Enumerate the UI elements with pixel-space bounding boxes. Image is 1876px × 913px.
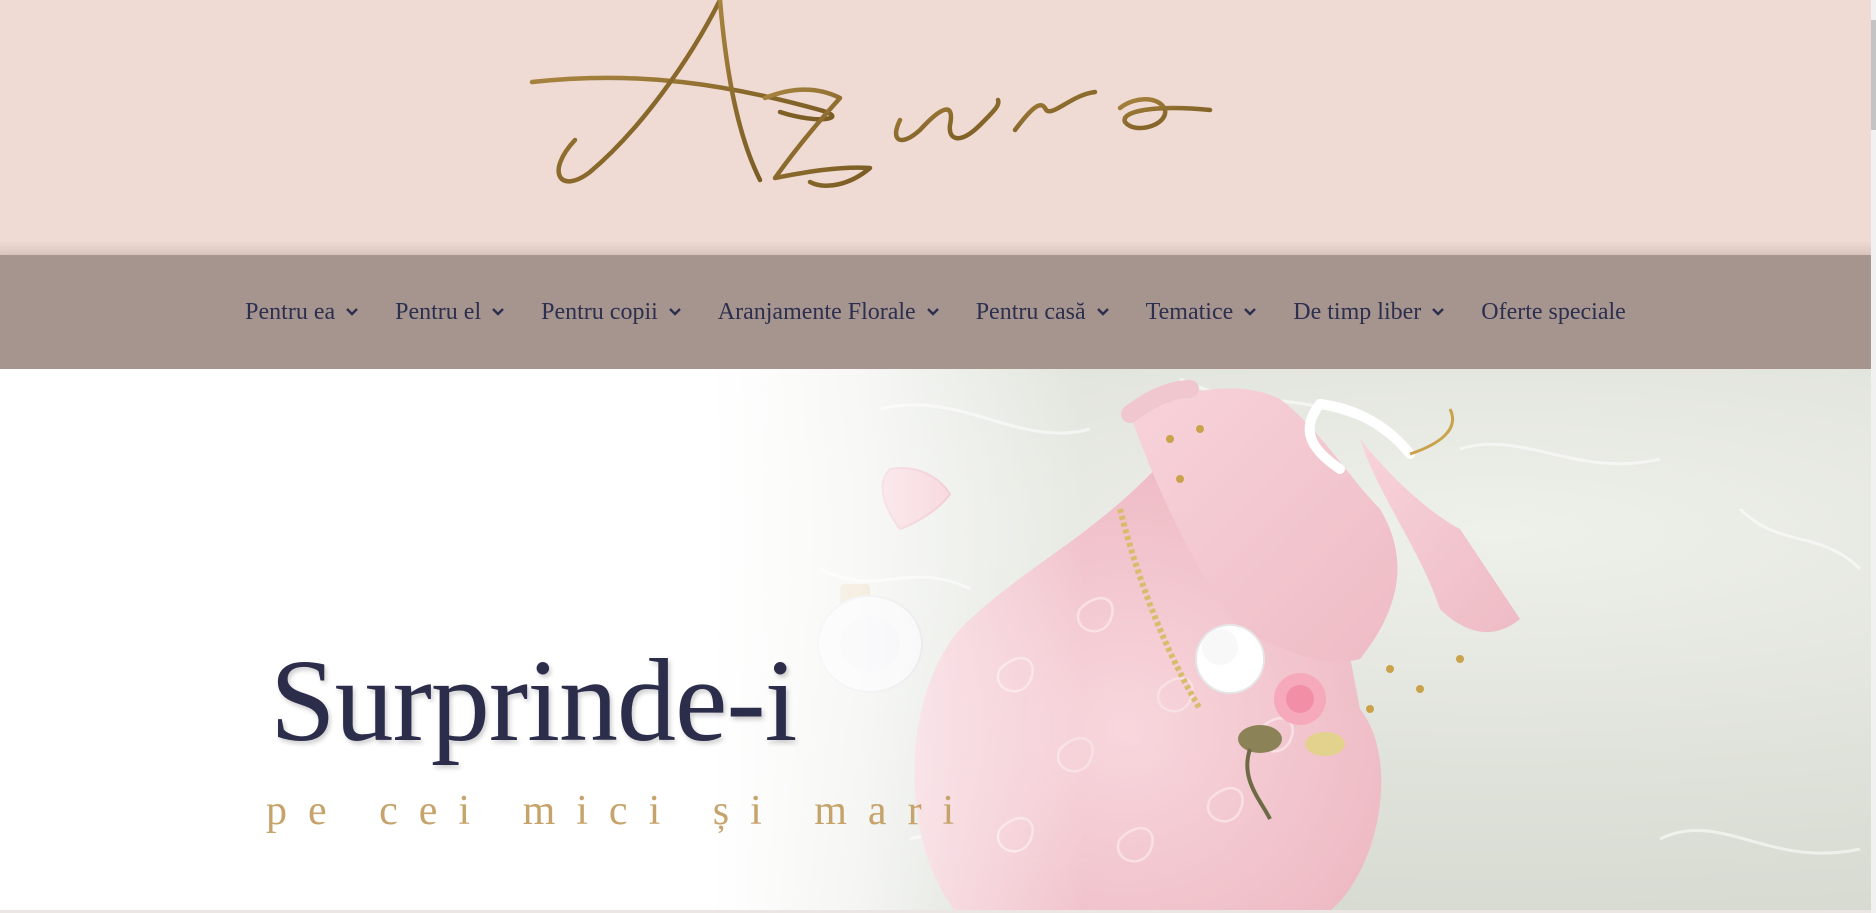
nav-item-label: Oferte speciale — [1481, 298, 1626, 325]
nav-item-de-timp-liber[interactable]: De timp liber — [1293, 299, 1445, 326]
nav-item-label: Pentru copii — [541, 298, 658, 325]
chevron-down-icon — [492, 308, 504, 316]
chevron-down-icon — [1432, 308, 1445, 316]
page-scrollbar[interactable] — [1871, 0, 1876, 913]
nav-item-pentru-casa[interactable]: Pentru casă — [976, 299, 1110, 326]
main-navigation: Pentru ea Pentru el Pentru copii Aranjam… — [0, 255, 1871, 369]
hero-subtitle: pe cei mici și mari — [266, 788, 976, 834]
nav-item-label: Pentru ea — [245, 298, 336, 325]
nav-item-pentru-copii[interactable]: Pentru copii — [541, 299, 682, 326]
scrollbar-thumb[interactable] — [1871, 20, 1876, 130]
chevron-down-icon — [1244, 308, 1257, 316]
nav-item-aranjamente-florale[interactable]: Aranjamente Florale — [718, 299, 940, 326]
hero-banner: Surprinde-i pe cei mici și mari — [0, 369, 1871, 911]
nav-item-label: Pentru casă — [975, 298, 1086, 325]
chevron-down-icon — [346, 308, 358, 316]
nav-item-pentru-el[interactable]: Pentru el — [395, 299, 505, 326]
nav-item-label: Pentru el — [395, 298, 482, 325]
chevron-down-icon — [668, 308, 681, 316]
nav-item-label: Tematice — [1145, 298, 1234, 325]
nav-menu: Pentru ea Pentru el Pentru copii Aranjam… — [0, 255, 1871, 369]
chevron-down-icon — [1096, 308, 1109, 316]
site-header — [0, 0, 1871, 255]
nav-item-tematice[interactable]: Tematice — [1146, 299, 1258, 326]
hero-title: Surprinde-i — [270, 635, 797, 766]
chevron-down-icon — [926, 308, 939, 316]
nav-item-label: De timp liber — [1293, 298, 1422, 325]
nav-item-pentru-ea[interactable]: Pentru ea — [245, 299, 359, 326]
nav-item-label: Aranjamente Florale — [717, 298, 916, 325]
azuro-logo[interactable] — [520, 0, 1350, 200]
nav-item-oferte-speciale[interactable]: Oferte speciale — [1481, 299, 1626, 326]
